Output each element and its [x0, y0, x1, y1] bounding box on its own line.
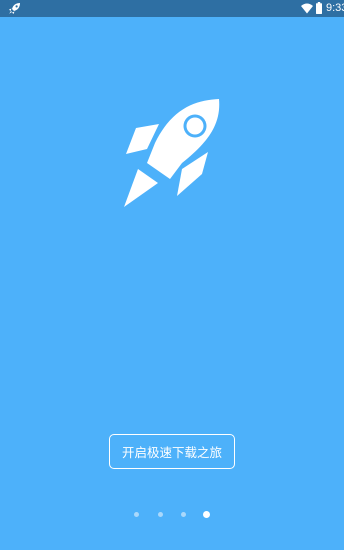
- wifi-icon: [301, 3, 313, 14]
- rocket-icon: [9, 3, 20, 14]
- page-dot-active[interactable]: [202, 510, 210, 518]
- rocket-icon: [124, 99, 220, 207]
- page-dot[interactable]: [157, 511, 163, 517]
- status-bar: 9:33: [0, 0, 344, 17]
- battery-icon: [316, 2, 322, 14]
- page-indicator: [0, 508, 344, 520]
- page-dot[interactable]: [133, 511, 139, 517]
- status-time: 9:33: [326, 2, 344, 14]
- start-button[interactable]: 开启极速下载之旅: [109, 434, 235, 469]
- page-dot[interactable]: [180, 511, 186, 517]
